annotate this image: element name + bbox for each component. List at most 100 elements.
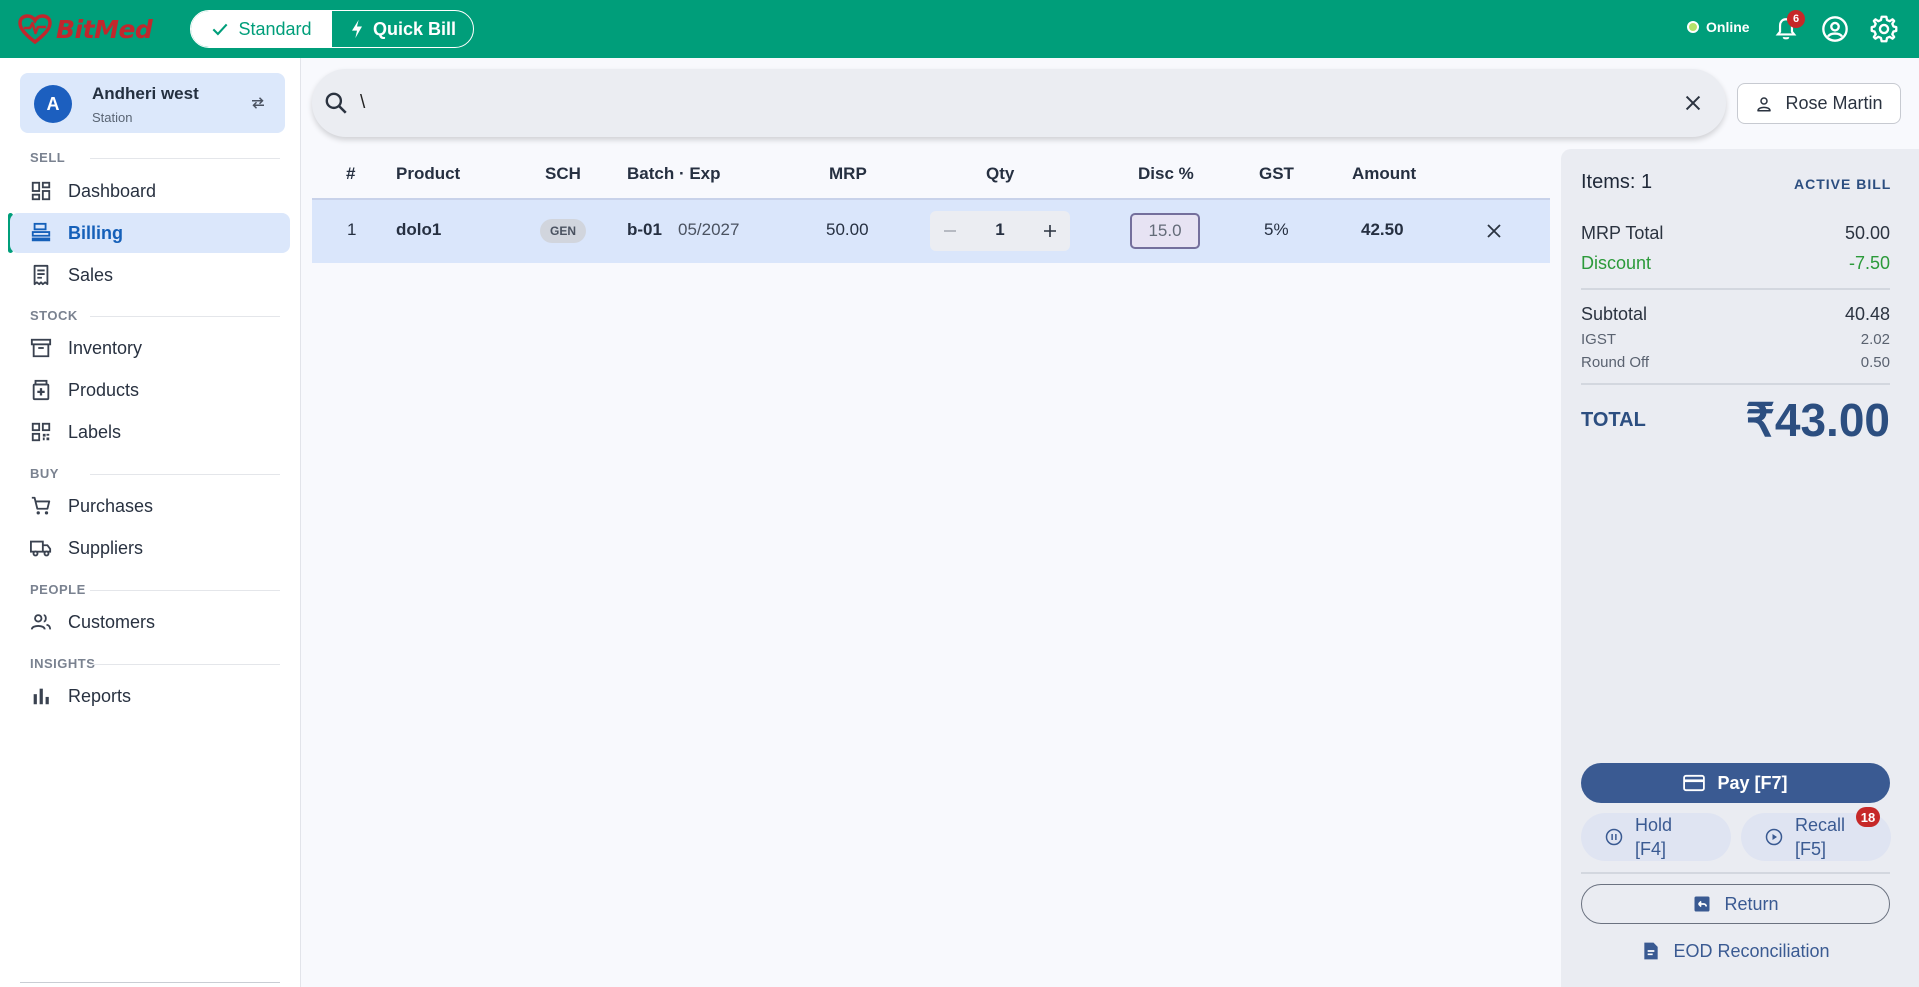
eod-label: EOD Reconciliation <box>1673 940 1830 961</box>
sidebar-item-customers[interactable]: Customers <box>10 602 290 642</box>
account-button[interactable] <box>1820 14 1850 44</box>
items-count: Items: 1 <box>1581 171 1653 193</box>
standard-mode-label: Standard <box>238 18 312 39</box>
sidebar: A Andheri west Station SELL Dashboard Bi… <box>0 58 301 987</box>
discount-input[interactable] <box>1130 213 1200 249</box>
total-amount: ₹43.00 <box>1745 394 1890 446</box>
sidebar-item-label: Purchases <box>68 495 154 516</box>
discount-value: -7.50 <box>1848 253 1890 273</box>
sidebar-item-purchases[interactable]: Purchases <box>10 486 290 526</box>
station-card[interactable]: A Andheri west Station <box>20 73 285 133</box>
standard-mode-button[interactable]: Standard <box>191 11 332 47</box>
sidebar-item-sales[interactable]: Sales <box>10 255 290 295</box>
truck-icon <box>30 540 52 557</box>
gear-icon <box>1870 15 1898 43</box>
table-row[interactable]: 1 dolo1 GEN b-01 05/2027 50.00 1 5% 42.5… <box>312 200 1550 263</box>
sidebar-item-suppliers[interactable]: Suppliers <box>10 528 290 568</box>
minus-icon <box>944 230 956 232</box>
discount-label: Discount <box>1581 253 1652 273</box>
sidebar-footer-divider <box>20 982 280 983</box>
round-off-value: 0.50 <box>1860 354 1890 371</box>
product-search-bar <box>312 69 1726 137</box>
column-header-gst: GST <box>1259 164 1294 183</box>
close-icon <box>1685 95 1701 111</box>
section-divider <box>90 316 280 317</box>
column-header-product: Product <box>396 164 461 183</box>
subtotal-value: 40.48 <box>1844 304 1890 324</box>
clear-search-button[interactable] <box>1677 87 1709 119</box>
quantity-value[interactable]: 1 <box>970 220 1030 240</box>
receipt-icon <box>33 264 49 286</box>
eod-reconciliation-button[interactable]: EOD Reconciliation <box>1581 931 1890 971</box>
top-bar: BitMed Standard Quick Bill Online 6 <box>0 0 1919 58</box>
person-icon <box>1757 96 1772 111</box>
decrease-qty-button[interactable] <box>938 219 962 243</box>
return-icon <box>1694 896 1710 912</box>
bar-chart-icon <box>33 688 49 705</box>
credit-card-icon <box>1683 774 1706 792</box>
bill-items-table: # Product SCH Batch · Exp MRP Qty Disc %… <box>312 150 1550 263</box>
sidebar-item-label: Billing <box>68 222 123 243</box>
station-avatar: A <box>34 85 72 123</box>
summary-divider <box>1581 288 1890 290</box>
account-circle-icon <box>1822 16 1848 42</box>
billing-mode-toggle: Standard Quick Bill <box>190 10 474 48</box>
column-header-amount: Amount <box>1352 164 1417 183</box>
mrp-total-row: MRP Total 50.00 <box>1581 223 1890 244</box>
sidebar-item-labels[interactable]: Labels <box>10 412 290 452</box>
quick-bill-mode-button[interactable]: Quick Bill <box>332 11 473 47</box>
search-icon <box>322 89 350 117</box>
cash-register-icon <box>31 222 51 242</box>
app-logo[interactable]: BitMed <box>18 12 153 46</box>
sidebar-item-billing[interactable]: Billing <box>10 213 290 253</box>
row-mrp: 50.00 <box>826 220 869 239</box>
sidebar-item-dashboard[interactable]: Dashboard <box>10 171 290 211</box>
status-dot-icon <box>1687 21 1699 33</box>
sidebar-item-products[interactable]: Products <box>10 370 290 410</box>
hold-button[interactable]: Hold [F4] <box>1581 813 1731 861</box>
row-batch: b-01 <box>627 220 662 239</box>
section-label-sell: SELL <box>30 150 66 165</box>
sidebar-item-label: Dashboard <box>68 180 157 201</box>
customer-name: Rose Martin <box>1785 93 1883 113</box>
station-role: Station <box>92 110 133 125</box>
column-header-batch-exp: Batch · Exp <box>627 164 721 183</box>
heart-pulse-icon <box>18 14 52 44</box>
column-header-disc: Disc % <box>1138 164 1194 183</box>
switch-station-button[interactable] <box>246 91 270 115</box>
subtotal-row: Subtotal 40.48 <box>1581 304 1890 325</box>
sidebar-item-label: Suppliers <box>68 537 144 558</box>
increase-qty-button[interactable] <box>1038 219 1062 243</box>
section-divider <box>90 664 280 665</box>
return-button[interactable]: Return <box>1581 884 1890 924</box>
subtotal-label: Subtotal <box>1581 304 1648 324</box>
search-input[interactable] <box>360 83 1560 123</box>
row-gst: 5% <box>1264 220 1289 239</box>
connection-status: Online <box>1687 19 1750 35</box>
igst-value: 2.02 <box>1860 331 1890 348</box>
settings-button[interactable] <box>1869 14 1899 44</box>
people-icon <box>30 614 52 630</box>
row-product-name: dolo1 <box>396 220 442 239</box>
notifications-button[interactable]: 6 <box>1771 10 1805 44</box>
mrp-total-label: MRP Total <box>1581 223 1664 243</box>
sidebar-item-label: Inventory <box>68 337 143 358</box>
column-header-qty: Qty <box>986 164 1015 183</box>
station-name: Andheri west <box>92 84 199 103</box>
remove-item-button[interactable] <box>1482 219 1506 243</box>
quick-bill-mode-label: Quick Bill <box>372 18 457 39</box>
return-label: Return <box>1724 893 1779 914</box>
sidebar-item-label: Customers <box>68 611 156 632</box>
column-header-index: # <box>346 164 356 183</box>
plus-icon <box>1044 225 1056 237</box>
notification-count-badge: 6 <box>1787 10 1805 28</box>
close-icon <box>1487 224 1501 238</box>
pause-circle-icon <box>1605 828 1623 846</box>
column-header-sch: SCH <box>545 164 581 183</box>
sidebar-item-inventory[interactable]: Inventory <box>10 328 290 368</box>
pay-button[interactable]: Pay [F7] <box>1581 763 1890 803</box>
schedule-badge: GEN <box>540 219 586 243</box>
sidebar-item-reports[interactable]: Reports <box>10 676 290 716</box>
customer-select-button[interactable]: Rose Martin <box>1737 83 1901 124</box>
qr-code-icon <box>31 422 51 442</box>
